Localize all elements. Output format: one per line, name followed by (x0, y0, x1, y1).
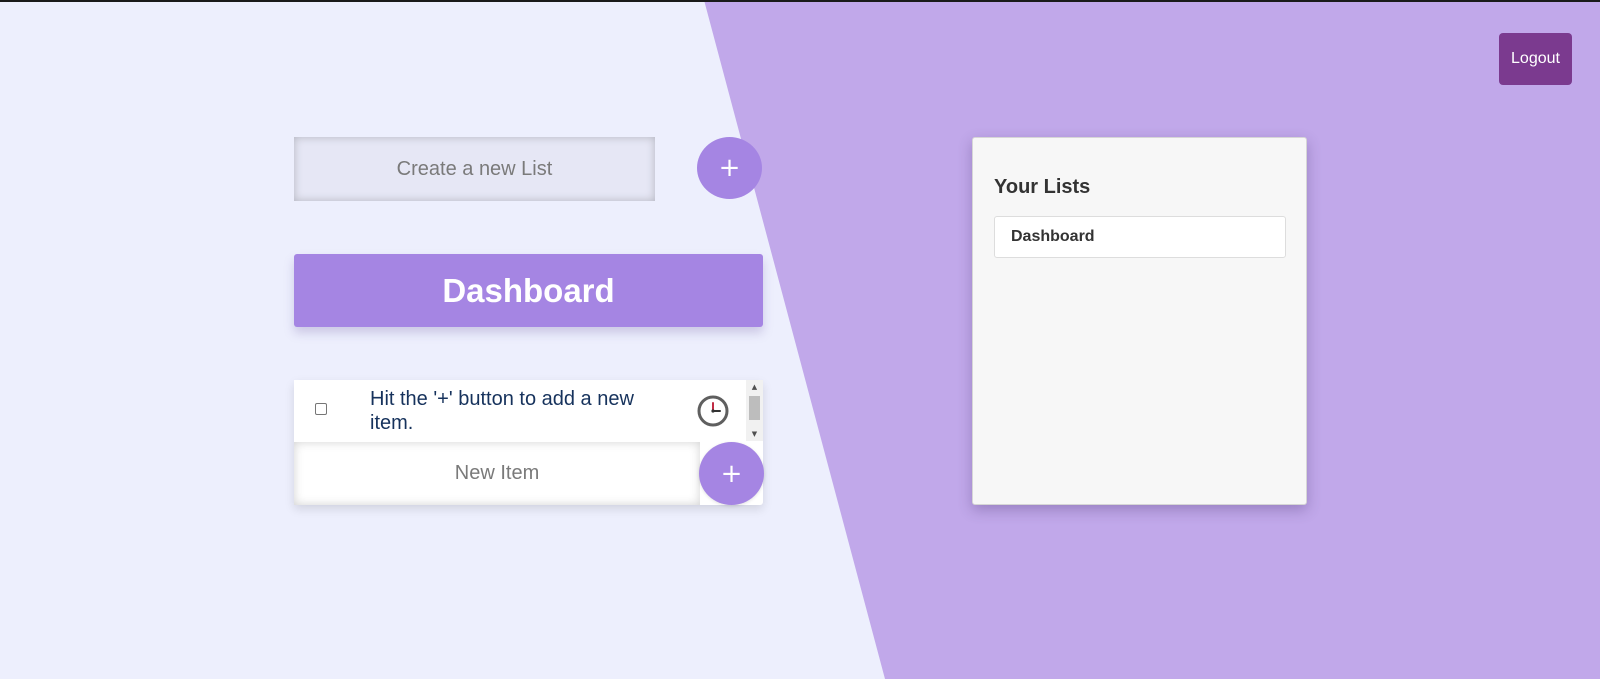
lists-panel: Your Lists Dashboard (972, 137, 1307, 505)
plus-icon: + (720, 458, 743, 489)
list-link-dashboard[interactable]: Dashboard (994, 216, 1286, 258)
logout-button[interactable]: Logout (1499, 33, 1572, 85)
new-item-input[interactable]: New Item (294, 442, 700, 505)
todo-card: Hit the '+' button to add a new item. ▲ … (294, 380, 763, 505)
add-list-button[interactable]: + (697, 137, 762, 199)
arrow-up-icon[interactable]: ▲ (746, 380, 763, 394)
top-border (0, 0, 1600, 2)
item-text: Hit the '+' button to add a new item. (370, 388, 634, 434)
new-list-input[interactable]: Create a new List (294, 137, 655, 201)
list-item: Hit the '+' button to add a new item. ▲ … (294, 380, 763, 441)
plus-icon: + (718, 153, 741, 183)
clock-icon[interactable] (697, 395, 729, 427)
lists-heading: Your Lists (994, 176, 1091, 198)
app-page: Logout Create a new List + Dashboard Hit… (0, 0, 1600, 679)
scrollbar[interactable]: ▲ ▼ (746, 380, 763, 441)
arrow-down-icon[interactable]: ▼ (746, 427, 763, 441)
diagonal-background (704, 0, 1600, 679)
scrollbar-thumb[interactable] (749, 396, 760, 420)
item-checkbox[interactable] (315, 403, 327, 415)
list-title: Dashboard (294, 254, 763, 327)
add-item-button[interactable]: + (699, 442, 764, 505)
